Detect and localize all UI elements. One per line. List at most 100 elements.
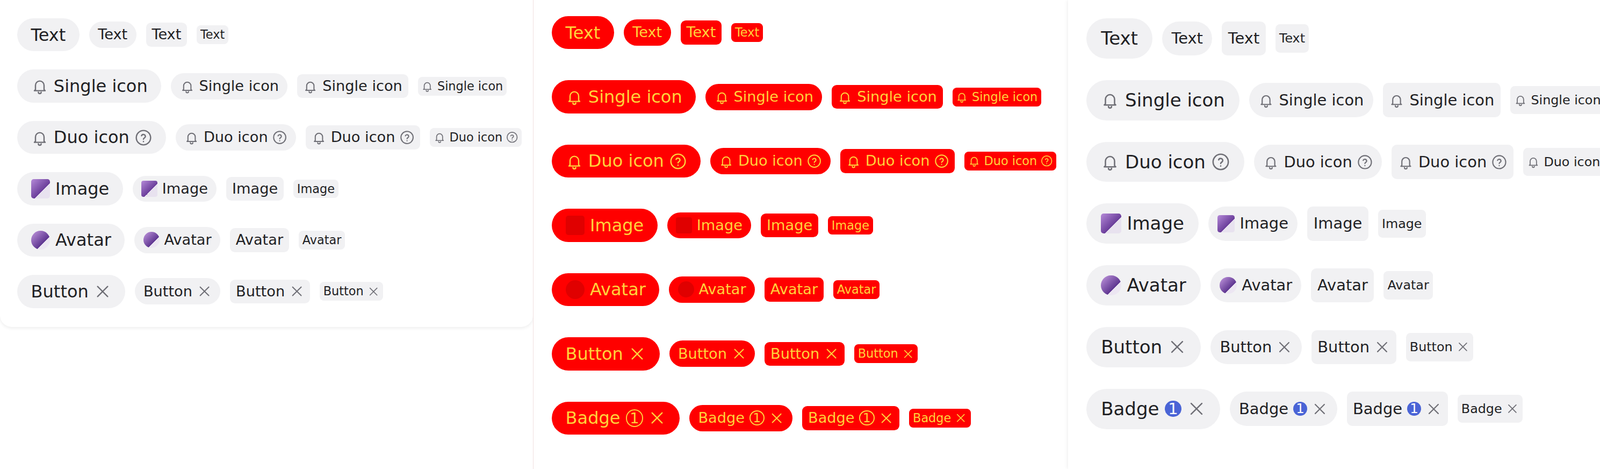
chip[interactable]: Button <box>1311 329 1397 365</box>
close-icon[interactable] <box>94 282 112 300</box>
chip[interactable]: Duo icon <box>429 127 522 147</box>
chip[interactable]: Single icon <box>17 69 162 103</box>
chip[interactable]: Button <box>854 343 918 363</box>
chip[interactable]: Button <box>229 279 311 304</box>
chip[interactable]: Avatar <box>668 276 755 303</box>
close-icon[interactable] <box>1168 337 1187 356</box>
chip[interactable]: Single icon <box>1382 82 1501 118</box>
close-icon[interactable] <box>731 346 747 361</box>
chip[interactable]: Text <box>196 25 229 45</box>
chip[interactable]: Image <box>17 171 124 205</box>
chip[interactable]: Avatar <box>17 223 125 257</box>
chip[interactable]: Single icon <box>952 87 1042 107</box>
chip[interactable]: Image <box>1307 206 1369 241</box>
chip[interactable]: Text <box>680 20 723 45</box>
close-icon[interactable] <box>1374 339 1390 355</box>
chip[interactable]: Duo icon <box>1086 141 1245 183</box>
close-icon[interactable] <box>878 410 894 425</box>
chip[interactable]: Text <box>551 16 615 49</box>
chip[interactable]: Badge1 <box>1346 391 1448 426</box>
close-icon[interactable] <box>1456 340 1470 353</box>
chip[interactable]: Duo icon <box>964 151 1057 171</box>
chip[interactable]: Text <box>731 23 763 42</box>
chip[interactable]: Single icon <box>831 84 943 110</box>
chip[interactable]: Avatar <box>551 272 660 306</box>
chip[interactable]: Button <box>669 340 756 367</box>
chip[interactable]: Image <box>226 176 284 201</box>
chip[interactable]: Duo icon <box>1523 147 1600 176</box>
close-icon[interactable] <box>954 411 967 424</box>
chip[interactable]: Text <box>89 21 137 48</box>
chip[interactable]: Badge1 <box>689 404 793 431</box>
chip[interactable]: Avatar <box>833 279 880 299</box>
chip[interactable]: Image <box>827 215 874 235</box>
chip[interactable]: Duo icon <box>710 147 831 175</box>
chip[interactable]: Badge <box>1457 394 1523 423</box>
close-icon[interactable] <box>902 347 914 360</box>
chip[interactable]: Duo icon <box>175 124 297 151</box>
close-icon[interactable] <box>1312 400 1328 417</box>
chip[interactable]: Image <box>132 175 217 203</box>
chip[interactable]: Image <box>1208 206 1298 241</box>
close-icon[interactable] <box>289 283 305 299</box>
chip[interactable]: Badge1 <box>1229 391 1338 426</box>
chip[interactable]: Single icon <box>1086 80 1240 121</box>
chip[interactable]: Single icon <box>551 80 696 113</box>
chip[interactable]: Badge <box>909 408 971 428</box>
chip[interactable]: Button <box>1406 332 1474 361</box>
chip[interactable]: Button <box>17 274 126 308</box>
chip[interactable]: Duo icon <box>551 144 701 178</box>
chip[interactable]: Text <box>17 18 80 52</box>
chip[interactable]: Duo icon <box>305 125 421 150</box>
chip[interactable]: Image <box>293 179 339 199</box>
chip[interactable]: Text <box>1275 24 1309 53</box>
chip[interactable]: Button <box>1086 326 1201 367</box>
close-icon[interactable] <box>367 285 380 298</box>
chip[interactable]: Single icon <box>417 76 507 96</box>
chip[interactable]: Badge1 <box>802 405 900 430</box>
chip[interactable]: Avatar <box>134 226 221 254</box>
chip[interactable]: Duo icon <box>1253 144 1382 179</box>
chip[interactable]: Button <box>1210 329 1302 365</box>
chip[interactable]: Image <box>667 212 752 239</box>
close-icon[interactable] <box>1276 339 1293 355</box>
chip[interactable]: Badge1 <box>551 401 680 435</box>
chip[interactable]: Duo icon <box>17 120 167 154</box>
close-icon[interactable] <box>769 410 784 425</box>
chip[interactable]: Text <box>1221 21 1266 56</box>
chip[interactable]: Single icon <box>705 83 823 111</box>
chip[interactable]: Duo icon <box>840 148 955 174</box>
close-icon[interactable] <box>1425 400 1442 417</box>
chip[interactable]: Duo icon <box>1391 144 1514 179</box>
close-icon[interactable] <box>824 346 839 361</box>
chip[interactable]: Avatar <box>229 227 290 252</box>
chip[interactable]: Text <box>1086 18 1153 59</box>
chip[interactable]: Single icon <box>1249 82 1374 118</box>
close-icon[interactable] <box>648 408 666 427</box>
chip[interactable]: Single icon <box>1510 85 1600 114</box>
chip[interactable]: Avatar <box>1210 268 1302 303</box>
chip[interactable]: Image <box>760 213 819 238</box>
chip[interactable]: Image <box>1086 203 1199 244</box>
chip[interactable]: Avatar <box>1383 270 1433 299</box>
chip[interactable]: Avatar <box>1310 268 1374 303</box>
chip[interactable]: Image <box>1378 209 1426 238</box>
chip[interactable]: Text <box>146 22 188 47</box>
close-icon[interactable] <box>1505 401 1519 415</box>
chip[interactable]: Button <box>319 281 384 301</box>
chip[interactable]: Button <box>551 336 660 370</box>
chip[interactable]: Avatar <box>764 277 824 302</box>
chip[interactable]: Text <box>623 19 672 46</box>
chip[interactable]: Button <box>764 341 845 366</box>
chip[interactable]: Avatar <box>1086 264 1201 306</box>
close-icon[interactable] <box>197 283 212 299</box>
close-icon[interactable] <box>1187 399 1206 418</box>
chip[interactable]: Button <box>134 277 221 305</box>
chip[interactable]: Single icon <box>170 73 288 100</box>
close-icon[interactable] <box>628 344 646 363</box>
chip[interactable]: Image <box>551 208 658 242</box>
chip[interactable]: Avatar <box>298 230 345 250</box>
chip[interactable]: Badge1 <box>1086 388 1221 429</box>
chip[interactable]: Single icon <box>297 74 408 99</box>
chip[interactable]: Text <box>1162 21 1213 56</box>
